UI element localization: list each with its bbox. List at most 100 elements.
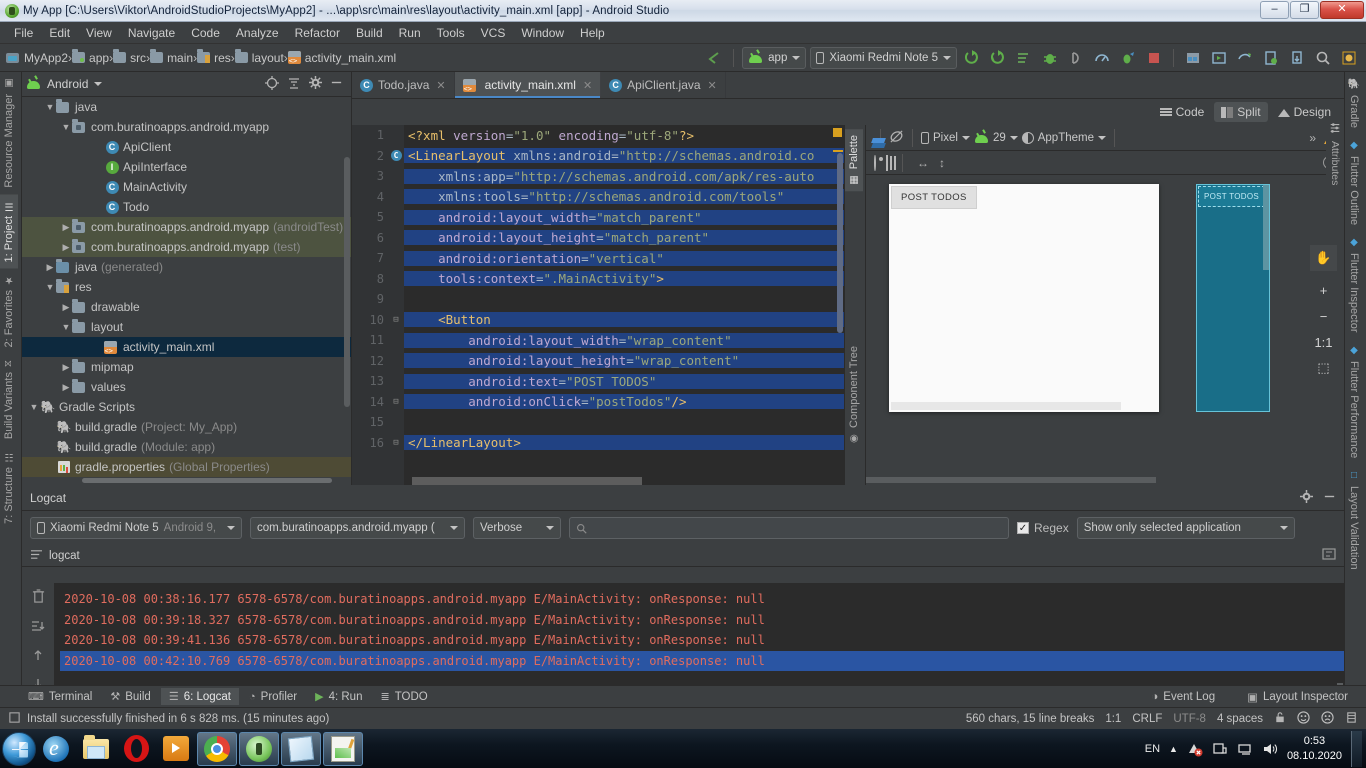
palette-tab[interactable]: ▦ Palette (845, 129, 863, 192)
chevron-down-icon[interactable]: ▼ (44, 281, 56, 293)
breadcrumb-item-main[interactable]: main (150, 49, 193, 65)
zoom-actual-button[interactable]: 1:1 (1310, 329, 1337, 355)
left-tab-1--project[interactable]: 1: Project ☰ (0, 193, 18, 269)
lock-icon[interactable] (1274, 711, 1286, 727)
view-mode-code[interactable]: Code (1153, 102, 1212, 122)
blueprint-post-todos-button[interactable]: POST TODOS (1198, 186, 1265, 207)
android-studio-window-icon[interactable] (239, 731, 279, 766)
chevron-down-icon[interactable]: ▼ (60, 321, 72, 333)
right-tab-layout-validation[interactable]: □ Layout Validation (1345, 464, 1363, 576)
logcat-device-selector[interactable]: Xiaomi Redmi Note 5 Android 9, (30, 517, 242, 539)
sync-gradle-icon[interactable] (1234, 47, 1256, 69)
tree-node[interactable]: gradle.properties (Global Properties) (22, 457, 351, 477)
blueprint-surface[interactable]: POST TODOS (1196, 184, 1270, 412)
right-tab-flutter-inspector[interactable]: ◆ Flutter Inspector (1345, 231, 1363, 338)
windows-media-player-icon[interactable] (156, 732, 196, 766)
notepad-window-icon[interactable] (281, 731, 321, 766)
chevron-down-icon[interactable]: ▼ (60, 121, 72, 133)
tree-node[interactable]: C Todo (22, 197, 351, 217)
action-center-icon[interactable] (1212, 741, 1228, 757)
tree-node[interactable]: activity_main.xml (22, 337, 351, 357)
layout-columns-icon[interactable] (886, 154, 888, 171)
settings-icon[interactable] (1300, 489, 1313, 506)
menu-item-window[interactable]: Window (513, 24, 572, 42)
zoom-out-button[interactable]: − (1310, 303, 1337, 329)
device-preview-surface[interactable]: POST TODOS (889, 184, 1159, 412)
left-tab-2--favorites[interactable]: 2: Favorites ★ (0, 268, 18, 353)
menu-item-tools[interactable]: Tools (429, 24, 473, 42)
code-line[interactable]: 6 android:layout_height="match_parent" (352, 228, 844, 249)
start-button[interactable] (2, 731, 36, 766)
code-line[interactable]: 4 xmlns:tools="http://schemas.android.co… (352, 187, 844, 208)
chevron-right-icon[interactable]: ▶ (60, 381, 72, 393)
code-line[interactable]: 2 C <LinearLayout xmlns:android="http://sc… (352, 146, 844, 167)
project-tree-hscrollbar[interactable] (82, 478, 332, 483)
logcat-process-selector[interactable]: com.buratinoapps.android.myapp ( (250, 517, 465, 539)
hide-panel-icon[interactable] (330, 76, 343, 92)
logcat-line[interactable]: 2020-10-08 00:39:18.327 6578-6578/com.bu… (60, 610, 1344, 631)
code-line[interactable]: 1 <?xml version="1.0" encoding="utf-8"?> (352, 125, 844, 146)
project-tree-scrollbar[interactable] (344, 157, 350, 407)
close-tab-icon[interactable]: ✕ (436, 79, 445, 92)
logcat-output[interactable]: 2020-10-08 00:38:16.177 6578-6578/com.bu… (22, 583, 1344, 761)
status-caret-position[interactable]: 1:1 (1105, 713, 1121, 725)
match-height-icon[interactable]: ↕ (939, 156, 945, 170)
orientation-icon[interactable] (889, 129, 904, 147)
tree-node[interactable]: ▼ java (22, 97, 351, 117)
regex-checkbox-group[interactable]: ✓ Regex (1017, 521, 1069, 535)
xml-code-editor[interactable]: 1 <?xml version="1.0" encoding="utf-8"?> 2… (352, 125, 844, 485)
pan-tool-button[interactable]: ✋ (1310, 245, 1337, 271)
debug-icon[interactable] (1039, 47, 1061, 69)
status-message[interactable]: Install successfully finished in 6 s 828… (27, 713, 329, 725)
menu-item-run[interactable]: Run (391, 24, 429, 42)
warning-stripe-marker[interactable] (833, 150, 843, 152)
canvas-horizontal-scrollbar[interactable] (866, 477, 1156, 483)
opera-icon[interactable] (116, 732, 156, 766)
chevron-down-icon[interactable]: ▼ (28, 401, 40, 413)
code-line[interactable]: 12 android:layout_height="wrap_content" (352, 351, 844, 372)
settings-icon[interactable] (1338, 47, 1360, 69)
bottom-tab-todo[interactable]: ≣ TODO (372, 688, 435, 705)
logcat-line[interactable]: 2020-10-08 00:42:10.769 6578-6578/com.bu… (60, 650, 1344, 671)
avd-manager-icon[interactable] (1208, 47, 1230, 69)
network-error-icon[interactable] (1187, 741, 1203, 757)
tree-node[interactable]: ▼ 🐘 Gradle Scripts (22, 397, 351, 417)
menu-item-edit[interactable]: Edit (41, 24, 78, 42)
settings-icon[interactable] (309, 76, 322, 92)
editor-tab-todo-java[interactable]: C Todo.java ✕ (352, 72, 455, 98)
status-indent[interactable]: 4 spaces (1217, 713, 1263, 725)
overflow-chevrons-icon[interactable]: » (1309, 131, 1316, 145)
device-file-explorer-icon[interactable] (1286, 47, 1308, 69)
logcat-lines[interactable]: 2020-10-08 00:38:16.177 6578-6578/com.bu… (54, 583, 1344, 685)
tree-node[interactable]: I ApiInterface (22, 157, 351, 177)
bottom-tab-build[interactable]: ⚒ Build (102, 688, 158, 705)
code-line[interactable]: 10 ⊟ <Button (352, 310, 844, 331)
code-line[interactable]: 11 android:layout_width="wrap_content" (352, 330, 844, 351)
logcat-line[interactable]: 2020-10-08 00:39:41.136 6578-6578/com.bu… (60, 630, 1344, 651)
logcat-scope-selector[interactable]: Show only selected application (1076, 517, 1295, 539)
status-line-separator[interactable]: CRLF (1132, 713, 1162, 725)
bottom-tab-profiler[interactable]: ◔ Profiler (241, 689, 305, 705)
language-indicator[interactable]: EN (1145, 743, 1160, 755)
collapse-all-icon[interactable] (287, 76, 301, 93)
close-tab-icon[interactable]: ✕ (583, 79, 592, 92)
code-fold-icon[interactable]: ⊟ (388, 397, 404, 407)
code-line[interactable]: 16 ⊟ </LinearLayout> (352, 433, 844, 454)
clock[interactable]: 0:53 08.10.2020 (1287, 734, 1342, 763)
regex-checkbox[interactable]: ✓ (1017, 522, 1029, 534)
chevron-right-icon[interactable]: ▶ (60, 301, 72, 313)
right-tab-gradle[interactable]: 🐘 Gradle (1345, 72, 1363, 134)
scroll-to-end-icon[interactable] (31, 619, 45, 636)
code-line[interactable]: 7 android:orientation="vertical" (352, 248, 844, 269)
tree-node[interactable]: 🐘 build.gradle (Module: app) (22, 437, 351, 457)
tree-node[interactable]: ▶ values (22, 377, 351, 397)
code-lines[interactable]: 1 <?xml version="1.0" encoding="utf-8"?> 2… (352, 125, 844, 485)
code-line[interactable]: 5 android:layout_width="match_parent" (352, 207, 844, 228)
search-everywhere-icon[interactable] (1312, 47, 1334, 69)
tree-node[interactable]: ▶ mipmap (22, 357, 351, 377)
tree-node[interactable]: ▼ layout (22, 317, 351, 337)
preview-post-todos-button[interactable]: POST TODOS (891, 186, 977, 209)
maximize-button[interactable]: ❐ (1290, 0, 1319, 19)
view-mode-split[interactable]: Split (1214, 102, 1268, 122)
class-gutter-icon[interactable]: C (388, 150, 404, 162)
